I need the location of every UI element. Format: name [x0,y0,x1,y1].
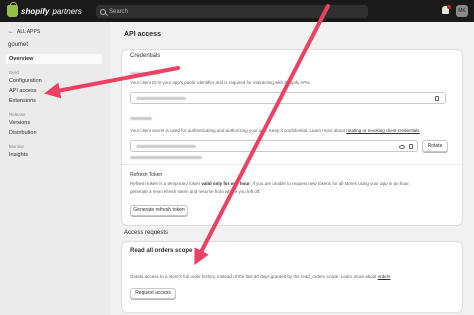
copy-icon[interactable] [435,96,439,101]
generate-refresh-token-button[interactable]: Generate refresh token [130,205,188,216]
refresh-help-bold: valid only for one hour [201,181,250,186]
shopify-partners-logo[interactable]: shopify partners [7,2,82,18]
refresh-token-help-line2: generate a new refresh token and resume … [130,189,261,194]
sidebar-item-versions[interactable]: Versions [6,118,102,128]
secret-meta-blurred [130,156,202,159]
orders-scope-help: Grants access to a store's full order hi… [130,274,460,279]
orders-link[interactable]: orders [378,274,391,279]
client-secret-field[interactable] [130,140,418,152]
brand-sub: partners [52,6,82,16]
client-secret-value-blurred [136,145,196,148]
sidebar-section-monitor: Monitor [9,144,25,149]
page-title: API access [124,31,161,38]
search-placeholder: Search [109,8,129,15]
orders-scope-title: Read all orders scope [130,248,193,254]
request-access-button[interactable]: Request access [130,288,176,299]
shopify-bag-icon [7,2,18,17]
credentials-title: Credentials [130,53,161,59]
refresh-token-help: Refresh token is a temporary token valid… [130,181,460,186]
top-bar: shopify partners Search MK [0,0,474,22]
sidebar-item-overview[interactable]: Overview [6,54,102,64]
avatar[interactable]: MK [456,5,468,17]
sidebar-item-extensions[interactable]: Extensions [6,96,102,106]
orders-help-text: Grants access to a store's full order hi… [130,274,377,279]
rotate-revoke-link[interactable]: rotating or revoking client credentials [346,128,419,133]
back-to-all-apps[interactable]: ← ALL APPS [8,29,40,35]
client-secret-help: Your client secret is used for authentic… [130,128,460,133]
sidebar-section-release: Release [9,112,26,117]
divider [122,164,462,165]
sidebar-item-configuration[interactable]: Configuration [6,76,102,86]
search-icon [100,8,106,15]
search-input[interactable]: Search [96,5,368,18]
rotate-button[interactable]: Rotate [422,140,448,152]
sidebar-item-distribution[interactable]: Distribution [6,128,102,138]
access-requests-title: Access requests [124,230,169,236]
sidebar: ← ALL APPS goumet Overview Build Configu… [0,22,110,315]
back-label: ALL APPS [17,29,41,35]
copy-icon[interactable] [409,144,413,149]
client-id-value-blurred [136,97,186,100]
client-id-field[interactable] [130,92,446,104]
refresh-token-title: Refresh Token [130,172,163,178]
refresh-help-2: . If you are unable to request new token… [249,181,410,186]
main-content: API access Credentials Your client ID is… [118,22,474,315]
client-secret-help-text: Your client secret is used for authentic… [130,128,345,133]
access-requests-card: Read all orders scope Grants access to a… [122,242,462,312]
sidebar-item-api-access[interactable]: API access [6,86,102,96]
credentials-card: Credentials Your client ID is your app's… [122,50,462,225]
app-name: goumet [8,42,29,48]
client-id-label-blurred [130,72,160,75]
client-id-help: Your client ID is your app's public iden… [130,80,312,85]
sidebar-item-insights[interactable]: Insights [6,150,102,160]
arrow-left-icon: ← [8,29,14,35]
brand-name: shopify [21,6,50,16]
refresh-help-1: Refresh token is a temporary token [130,181,201,186]
client-secret-label-blurred [130,117,152,120]
eye-icon[interactable] [399,145,405,149]
notification-dot [447,5,451,9]
sidebar-section-build: Build [9,70,20,75]
